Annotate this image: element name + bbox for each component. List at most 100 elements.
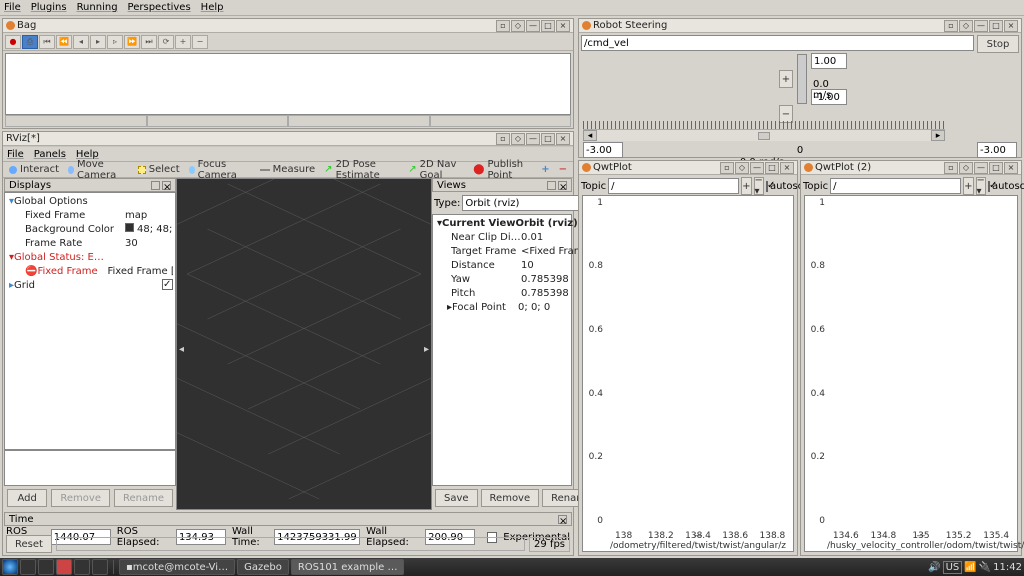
rename-button[interactable]: Rename [114, 489, 173, 507]
plot1-del-button[interactable]: − ▾ [754, 177, 764, 195]
menu-help[interactable]: Help [201, 2, 224, 13]
menu-perspectives[interactable]: Perspectives [128, 2, 191, 13]
reset-button[interactable]: Reset [6, 535, 52, 553]
plot1-area[interactable]: 1 0.8 0.6 0.4 0.2 0 138 138.2 138.4 138.… [582, 195, 794, 552]
p1-close-icon[interactable]: × [780, 162, 794, 174]
angular-thumb[interactable] [758, 132, 770, 140]
network-icon[interactable]: 📶 [964, 562, 976, 573]
rviz-3d-view[interactable]: ◂ ▸ [176, 178, 432, 510]
tool-focus-camera[interactable]: Focus Camera [185, 163, 255, 177]
files-launcher-icon[interactable] [20, 559, 36, 575]
plot2-area[interactable]: 1 0.8 0.6 0.4 0.2 0 134.6 134.8 135 135.… [804, 195, 1018, 552]
browser-launcher-icon[interactable] [56, 559, 72, 575]
bag-zoomin-button[interactable]: + [175, 35, 191, 49]
linear-plus-button[interactable]: + [779, 70, 793, 88]
app2-launcher-icon[interactable] [92, 559, 108, 575]
rviz-close-icon[interactable]: × [556, 133, 570, 145]
bag-play-button[interactable]: ▸ [90, 35, 106, 49]
p2-dock2-icon[interactable]: ◇ [959, 162, 973, 174]
bag-rew-button[interactable]: ⏪ [56, 35, 72, 49]
menu-file[interactable]: File [4, 2, 21, 13]
p2-max-icon[interactable]: □ [989, 162, 1003, 174]
rviz-dock2-icon[interactable]: ◇ [511, 133, 525, 145]
plot1-add-button[interactable]: + [741, 177, 751, 195]
sound-icon[interactable]: 🔊 [928, 562, 940, 573]
angular-left-input[interactable] [583, 142, 623, 158]
linear-slider[interactable] [797, 54, 807, 104]
p1-min-icon[interactable]: — [750, 162, 764, 174]
nav-left-icon[interactable]: ◂ [179, 344, 184, 355]
qwtplot2-titlebar[interactable]: QwtPlot (2) ▫◇ —□× [801, 161, 1021, 175]
global-options[interactable]: Global Options [14, 195, 88, 209]
cmdvel-topic-input[interactable] [581, 35, 974, 51]
battery-icon[interactable]: 🔌 [979, 562, 991, 573]
menu-running[interactable]: Running [77, 2, 118, 13]
grid-checkbox[interactable] [162, 279, 173, 290]
nav-right-icon[interactable]: ▸ [424, 344, 429, 355]
rviz-titlebar[interactable]: RViz[*] ▫ ◇ — □ × [3, 132, 573, 146]
p1-dock1-icon[interactable]: ▫ [720, 162, 734, 174]
tool-measure[interactable]: Measure [256, 163, 320, 177]
menu-plugins[interactable]: Plugins [31, 2, 67, 13]
clock[interactable]: 11:42 [993, 562, 1022, 573]
displays-tree[interactable]: ▾ Global Options Fixed Framemap Backgrou… [4, 192, 176, 450]
bag-loop-button[interactable]: ⟳ [158, 35, 174, 49]
plot2-del-button[interactable]: − ▾ [976, 177, 986, 195]
p2-dock1-icon[interactable]: ▫ [944, 162, 958, 174]
p2-min-icon[interactable]: — [974, 162, 988, 174]
steer-dock1-icon[interactable]: ▫ [944, 20, 958, 32]
tool-2d-nav[interactable]: ↗2D Nav Goal [404, 163, 468, 177]
bag-prev-button[interactable]: ◂ [73, 35, 89, 49]
views-remove-button[interactable]: Remove [481, 489, 540, 507]
plot2-autoscroll-checkbox[interactable] [988, 181, 990, 192]
tool-publish-point[interactable]: ⬤Publish Point [469, 163, 536, 177]
bag-skip-end-button[interactable]: ⏭ [141, 35, 157, 49]
close-panel-icon[interactable]: × [162, 181, 171, 190]
steer-min-icon[interactable]: — [974, 20, 988, 32]
tool-interact[interactable]: Interact [5, 163, 63, 177]
bag-track-area[interactable] [5, 53, 571, 115]
tool-move-camera[interactable]: Move Camera [64, 163, 133, 177]
bag-dock1-icon[interactable]: ▫ [496, 20, 510, 32]
displays-header[interactable]: Displays× [4, 178, 176, 192]
rviz-max-icon[interactable]: □ [541, 133, 555, 145]
angular-right-input[interactable] [977, 142, 1017, 158]
remove-button[interactable]: Remove [51, 489, 110, 507]
grid-display[interactable]: Grid [14, 279, 35, 293]
taskbar[interactable]: ▪ mcote@mcote-Vi… Gazebo ROS101 example … [0, 558, 1024, 576]
steering-titlebar[interactable]: Robot Steering ▫ ◇ — □ × [579, 19, 1021, 33]
bag-dock2-icon[interactable]: ◇ [511, 20, 525, 32]
steer-close-icon[interactable]: × [1004, 20, 1018, 32]
qwtplot1-titlebar[interactable]: QwtPlot ▫◇ —□× [579, 161, 797, 175]
time-panel-header[interactable]: Time× [4, 512, 572, 526]
plot2-topic-input[interactable] [830, 178, 961, 194]
taskbar-item-ros101[interactable]: ROS101 example … [291, 559, 405, 575]
global-status[interactable]: Global Status: E… [14, 251, 104, 265]
views-header[interactable]: Views× [432, 178, 572, 192]
bag-open-button[interactable]: ⎙ [22, 35, 38, 49]
bag-ff-button[interactable]: ⏩ [124, 35, 140, 49]
angular-scrollbar[interactable]: ◂ ▸ [583, 129, 945, 141]
plot1-topic-input[interactable] [608, 178, 739, 194]
bag-zoomout-button[interactable]: − [192, 35, 208, 49]
bag-min-icon[interactable]: — [526, 20, 540, 32]
close-panel-icon[interactable]: × [558, 515, 567, 524]
bag-record-button[interactable]: ● [5, 35, 21, 49]
terminal-launcher-icon[interactable] [38, 559, 54, 575]
p2-close-icon[interactable]: × [1004, 162, 1018, 174]
scroll-right-icon[interactable]: ▸ [931, 130, 945, 141]
steer-dock2-icon[interactable]: ◇ [959, 20, 973, 32]
tool-select[interactable]: Select [134, 163, 184, 177]
p1-max-icon[interactable]: □ [765, 162, 779, 174]
scroll-left-icon[interactable]: ◂ [583, 130, 597, 141]
stop-button[interactable]: Stop [977, 35, 1019, 53]
linear-max-input[interactable] [811, 53, 847, 69]
view-type-select[interactable] [462, 195, 593, 211]
bag-close-icon[interactable]: × [556, 20, 570, 32]
pin-icon[interactable] [151, 181, 160, 190]
tool-add[interactable]: + [537, 163, 553, 177]
add-button[interactable]: Add [7, 489, 47, 507]
rviz-file[interactable]: File [7, 149, 24, 160]
p1-dock2-icon[interactable]: ◇ [735, 162, 749, 174]
rviz-min-icon[interactable]: — [526, 133, 540, 145]
